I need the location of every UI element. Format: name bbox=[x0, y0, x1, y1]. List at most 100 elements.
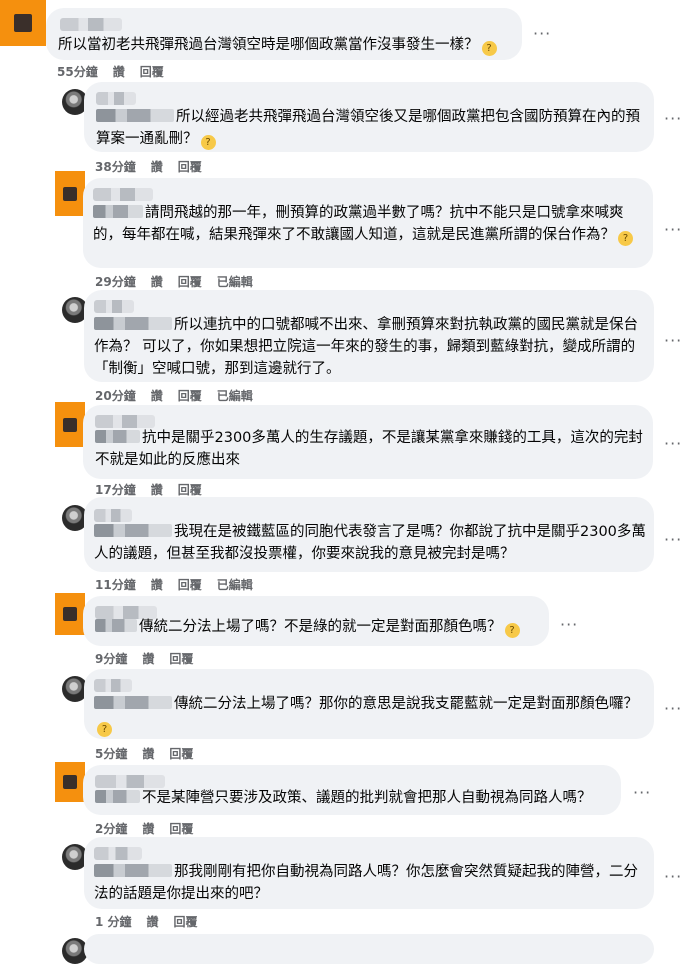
comment-body: 所以當初老共飛彈飛過台灣領空時是哪個政黨當作沒事發生一樣？ bbox=[58, 37, 479, 53]
timestamp-link[interactable]: 1 分鐘 bbox=[95, 915, 132, 929]
comment-text: 所以經過老共飛彈飛過台灣領空後又是哪個政黨把包含國防預算在內的預算案一通亂刪？? bbox=[96, 106, 651, 150]
comment-text: 請問飛越的那一年，刪預算的政黨過半數了嗎？抗中不能只是口號拿來喊爽的，每年都在喊… bbox=[93, 202, 648, 246]
timestamp-link[interactable]: 11分鐘 bbox=[95, 578, 136, 592]
reply-button[interactable]: 回覆 bbox=[174, 915, 198, 929]
author-name-redacted[interactable] bbox=[60, 18, 122, 31]
mention-redacted[interactable] bbox=[94, 864, 172, 877]
more-options-icon[interactable]: ··· bbox=[533, 24, 551, 43]
like-button[interactable]: 讚 bbox=[113, 65, 125, 79]
mention-redacted[interactable] bbox=[95, 430, 140, 443]
author-name-redacted[interactable] bbox=[96, 92, 136, 105]
like-button[interactable]: 讚 bbox=[142, 652, 154, 666]
more-options-icon[interactable]: ··· bbox=[664, 867, 682, 886]
comment-text: 那我剛剛有把你自動視為同路人嗎？你怎麼會突然質疑起我的陣營，二分法的話題是你提出… bbox=[94, 861, 649, 905]
avatar-image bbox=[63, 775, 77, 789]
like-button[interactable]: 讚 bbox=[142, 747, 154, 761]
comment-bubble: 傳統二分法上場了嗎？不是綠的就一定是對面那顏色嗎？? bbox=[83, 596, 549, 646]
comment-bubble bbox=[84, 934, 654, 964]
reply-button[interactable]: 回覆 bbox=[178, 160, 202, 174]
more-options-icon[interactable]: ··· bbox=[633, 783, 651, 802]
comment-body: 我現在是被鐵藍區的同胞代表發言了是嗎？你都說了抗中是關乎2300多萬人的議題，但… bbox=[94, 524, 646, 562]
mention-redacted[interactable] bbox=[94, 317, 172, 330]
mention-redacted[interactable] bbox=[94, 524, 172, 537]
timestamp-link[interactable]: 55分鐘 bbox=[57, 65, 98, 79]
comment-body: 傳統二分法上場了嗎？那你的意思是說我支罷藍就一定是對面那顏色囉？ bbox=[174, 696, 638, 712]
timestamp-link[interactable]: 38分鐘 bbox=[95, 160, 136, 174]
thinking-face-icon: ? bbox=[618, 231, 633, 246]
reply-button[interactable]: 回覆 bbox=[178, 389, 202, 403]
reply-button[interactable]: 回覆 bbox=[140, 65, 164, 79]
comment-text: 傳統二分法上場了嗎？不是綠的就一定是對面那顏色嗎？? bbox=[95, 616, 550, 638]
comment-actions: 2分鐘 讚 回覆 bbox=[95, 820, 208, 837]
comment-bubble: 請問飛越的那一年，刪預算的政黨過半數了嗎？抗中不能只是口號拿來喊爽的，每年都在喊… bbox=[83, 178, 653, 268]
comment-actions: 29分鐘 讚 回覆 已編輯 bbox=[95, 273, 268, 290]
more-options-icon[interactable]: ··· bbox=[664, 699, 682, 718]
author-name-redacted[interactable] bbox=[94, 847, 142, 860]
more-options-icon[interactable]: ··· bbox=[664, 434, 682, 453]
like-button[interactable]: 讚 bbox=[151, 160, 163, 174]
like-button[interactable]: 讚 bbox=[151, 578, 163, 592]
author-name-redacted[interactable] bbox=[94, 679, 132, 692]
timestamp-link[interactable]: 9分鐘 bbox=[95, 652, 127, 666]
timestamp-link[interactable]: 2分鐘 bbox=[95, 822, 127, 836]
avatar[interactable] bbox=[55, 593, 85, 635]
author-name-redacted[interactable] bbox=[93, 188, 153, 201]
comment-text: 傳統二分法上場了嗎？那你的意思是說我支罷藍就一定是對面那顏色囉？? bbox=[94, 693, 649, 737]
like-button[interactable]: 讚 bbox=[147, 915, 159, 929]
comment-actions: 20分鐘 讚 回覆 已編輯 bbox=[95, 387, 268, 404]
avatar[interactable] bbox=[55, 402, 85, 447]
comment-body: 請問飛越的那一年，刪預算的政黨過半數了嗎？抗中不能只是口號拿來喊爽的，每年都在喊… bbox=[93, 205, 624, 243]
edited-label: 已編輯 bbox=[216, 389, 253, 403]
like-button[interactable]: 讚 bbox=[151, 389, 163, 403]
comment-bubble: 抗中是關乎2300多萬人的生存議題，不是讓某黨拿來賺錢的工具，這次的完封不就是如… bbox=[83, 405, 653, 479]
reply-button[interactable]: 回覆 bbox=[169, 747, 193, 761]
comment-actions: 17分鐘 讚 回覆 bbox=[95, 481, 217, 498]
timestamp-link[interactable]: 17分鐘 bbox=[95, 483, 136, 497]
more-options-icon[interactable]: ··· bbox=[664, 530, 682, 549]
mention-redacted[interactable] bbox=[94, 696, 172, 709]
avatar-image bbox=[63, 607, 77, 621]
avatar[interactable] bbox=[55, 762, 85, 802]
reply-button[interactable]: 回覆 bbox=[178, 275, 202, 289]
comment-bubble: 所以經過老共飛彈飛過台灣領空後又是哪個政黨把包含國防預算在內的預算案一通亂刪？? bbox=[84, 82, 654, 152]
more-options-icon[interactable]: ··· bbox=[664, 220, 682, 239]
reply-button[interactable]: 回覆 bbox=[169, 822, 193, 836]
avatar[interactable] bbox=[55, 171, 85, 216]
reply-button[interactable]: 回覆 bbox=[178, 578, 202, 592]
comment-bubble: 傳統二分法上場了嗎？那你的意思是說我支罷藍就一定是對面那顏色囉？? bbox=[84, 669, 654, 739]
like-button[interactable]: 讚 bbox=[142, 822, 154, 836]
comment-text: 我現在是被鐵藍區的同胞代表發言了是嗎？你都說了抗中是關乎2300多萬人的議題，但… bbox=[94, 521, 649, 565]
more-options-icon[interactable]: ··· bbox=[560, 615, 578, 634]
like-button[interactable]: 讚 bbox=[151, 275, 163, 289]
comment-body: 那我剛剛有把你自動視為同路人嗎？你怎麼會突然質疑起我的陣營，二分法的話題是你提出… bbox=[94, 864, 638, 902]
more-options-icon[interactable]: ··· bbox=[664, 109, 682, 128]
comment-body: 抗中是關乎2300多萬人的生存議題，不是讓某黨拿來賺錢的工具，這次的完封不就是如… bbox=[95, 430, 643, 468]
thinking-face-icon: ? bbox=[504, 623, 520, 638]
like-button[interactable]: 讚 bbox=[151, 483, 163, 497]
mention-redacted[interactable] bbox=[93, 205, 143, 218]
comment-actions: 11分鐘 讚 回覆 已編輯 bbox=[95, 576, 268, 593]
mention-redacted[interactable] bbox=[95, 790, 140, 803]
comment-text: 所以連抗中的口號都喊不出來、拿刪預算來對抗執政黨的國民黨就是保台作為？ 可以了，… bbox=[94, 314, 649, 380]
reply-button[interactable]: 回覆 bbox=[169, 652, 193, 666]
avatar-image bbox=[14, 14, 32, 32]
thinking-face-icon: ? bbox=[97, 722, 112, 737]
comment-bubble: 不是某陣營只要涉及政策、議題的批判就會把那人自動視為同路人嗎？ bbox=[83, 765, 621, 815]
timestamp-link[interactable]: 5分鐘 bbox=[95, 747, 127, 761]
mention-redacted[interactable] bbox=[95, 619, 137, 632]
avatar[interactable] bbox=[0, 0, 46, 46]
reply-button[interactable]: 回覆 bbox=[178, 483, 202, 497]
comment-actions: 5分鐘 讚 回覆 bbox=[95, 745, 208, 762]
timestamp-link[interactable]: 29分鐘 bbox=[95, 275, 136, 289]
avatar-image bbox=[63, 186, 77, 201]
comment-bubble: 所以連抗中的口號都喊不出來、拿刪預算來對抗執政黨的國民黨就是保台作為？ 可以了，… bbox=[84, 290, 654, 382]
comment-body: 所以連抗中的口號都喊不出來、拿刪預算來對抗執政黨的國民黨就是保台作為？ 可以了，… bbox=[94, 317, 638, 377]
comment-body: 傳統二分法上場了嗎？不是綠的就一定是對面那顏色嗎？ bbox=[139, 619, 502, 635]
mention-redacted[interactable] bbox=[96, 109, 174, 122]
comment-actions: 55分鐘 讚 回覆 bbox=[57, 63, 179, 80]
thinking-face-icon: ? bbox=[200, 135, 216, 150]
author-name-redacted[interactable] bbox=[94, 300, 134, 313]
more-options-icon[interactable]: ··· bbox=[664, 331, 682, 350]
timestamp-link[interactable]: 20分鐘 bbox=[95, 389, 136, 403]
edited-label: 已編輯 bbox=[216, 275, 253, 289]
